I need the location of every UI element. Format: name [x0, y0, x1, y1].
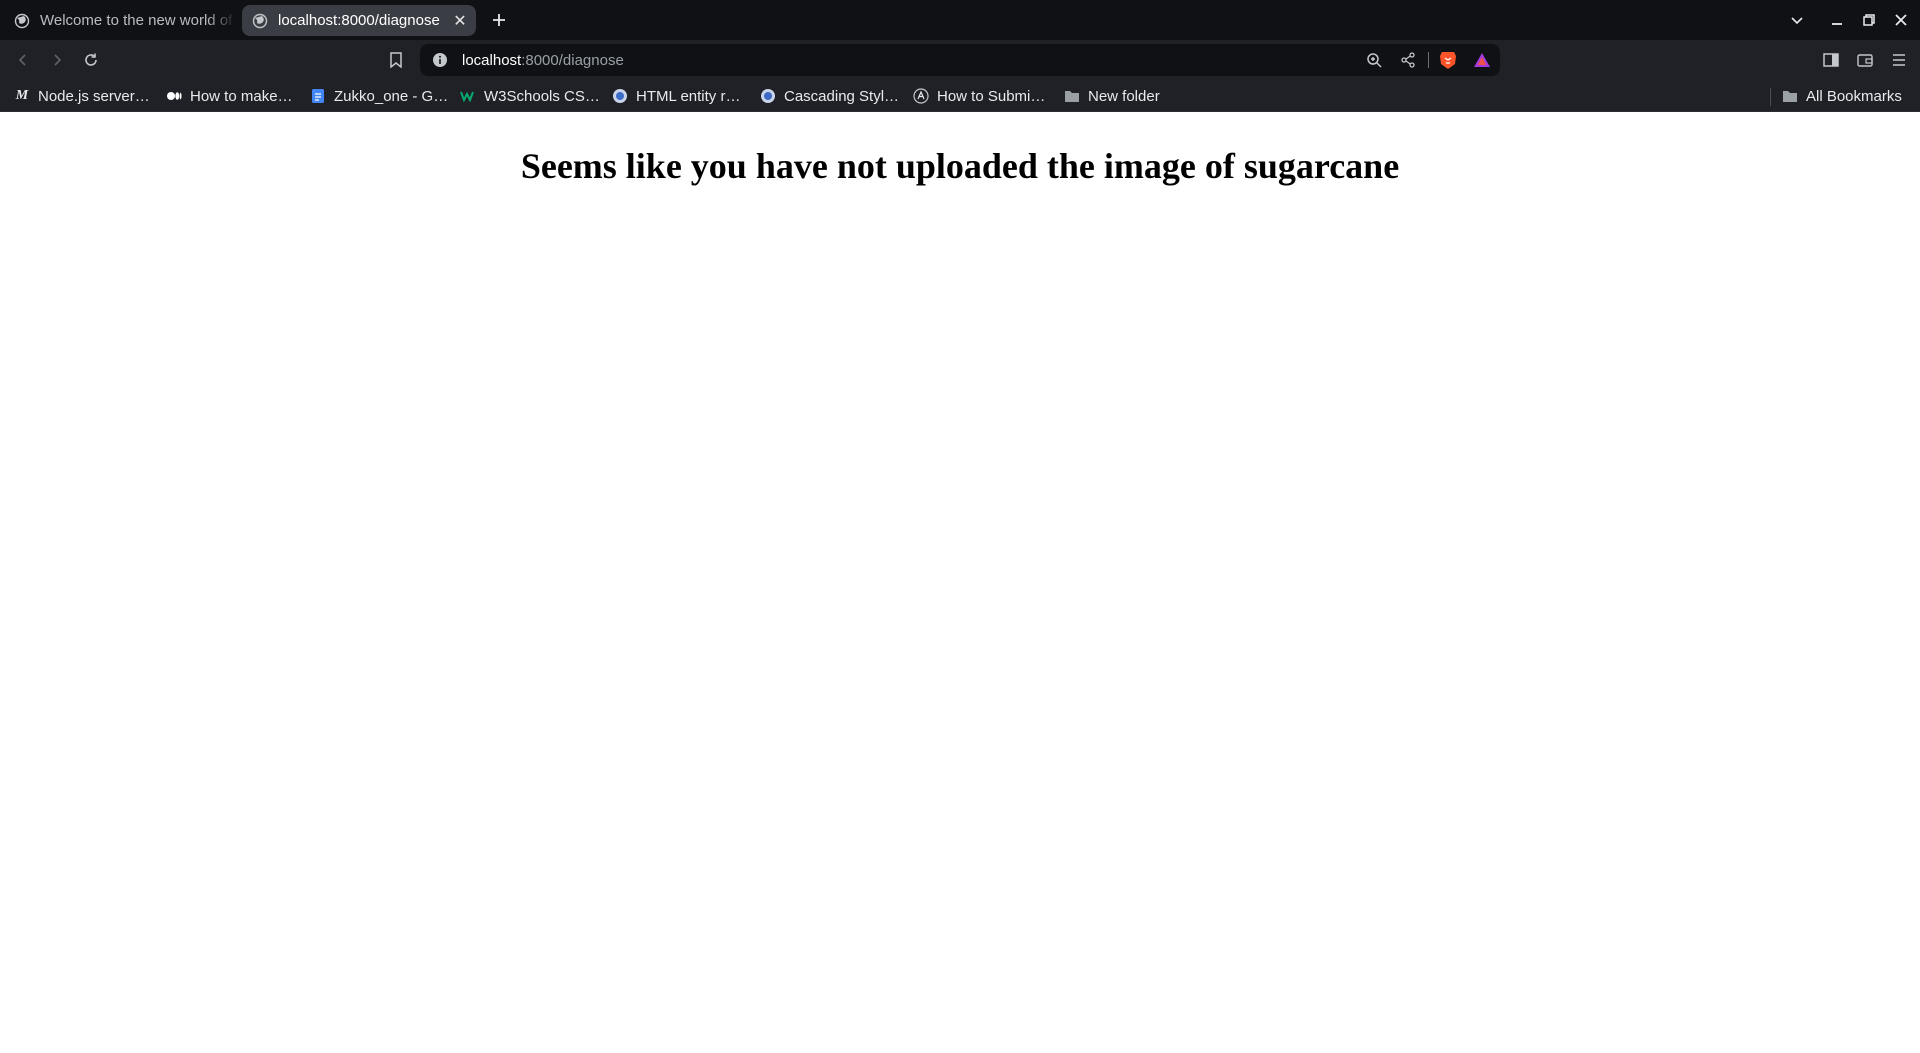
folder-icon	[1783, 91, 1797, 102]
bookmark-item[interactable]: W3Schools CS…	[460, 84, 600, 108]
wallet-button[interactable]	[1854, 49, 1876, 71]
hamburger-menu-icon	[1893, 54, 1905, 66]
bookmark-label: How to make…	[190, 87, 293, 105]
bookmark-item[interactable]: M Node.js server…	[14, 84, 150, 108]
main-menu-button[interactable]	[1888, 49, 1910, 71]
medium-icon: M	[15, 88, 29, 103]
folder-icon	[1065, 91, 1079, 102]
bookmark-item[interactable]: How to Submi…	[913, 84, 1045, 108]
bookmark-label: New folder	[1088, 87, 1160, 105]
all-bookmarks-folder[interactable]: All Bookmarks	[1782, 84, 1902, 108]
chevron-down-icon	[1791, 17, 1803, 25]
site-info-icon[interactable]	[432, 52, 448, 68]
bookmark-label: W3Schools CS…	[484, 87, 600, 105]
tab-strip: Welcome to the new world of localhost:80…	[0, 0, 1920, 40]
close-icon	[1895, 14, 1907, 26]
new-tab-button[interactable]	[488, 9, 510, 31]
restore-icon	[1863, 14, 1875, 26]
page-content: Seems like you have not uploaded the ima…	[0, 113, 1920, 1053]
plus-icon	[493, 14, 505, 26]
share-icon	[1401, 52, 1415, 68]
tab-welcome[interactable]: Welcome to the new world of	[6, 5, 236, 36]
tab-title: localhost:8000/diagnose	[278, 12, 440, 29]
tab-title: Welcome to the new world of	[40, 12, 233, 29]
omnibox-divider	[1428, 52, 1429, 68]
bookmark-label: Node.js server…	[38, 87, 150, 105]
url-host: localhost	[462, 51, 522, 69]
bookmark-item[interactable]: How to make…	[166, 84, 293, 108]
rewards-triangle-icon	[1474, 53, 1490, 67]
all-bookmarks-label: All Bookmarks	[1806, 87, 1902, 105]
brave-shields-button[interactable]	[1437, 49, 1459, 71]
arrow-left-icon	[18, 54, 26, 66]
bookmark-label: Cascading Styl…	[784, 87, 900, 105]
bookmarks-divider	[1770, 88, 1771, 106]
tab-diagnose[interactable]: localhost:8000/diagnose ✕	[242, 5, 476, 36]
bookmarks-bar: M Node.js server… How to make… Zukko_one…	[0, 80, 1920, 112]
restore-button[interactable]	[1858, 9, 1880, 31]
close-window-button[interactable]	[1890, 9, 1912, 31]
browser-toolbar: localhost:8000/diagnose	[0, 40, 1920, 80]
medium-dots-icon	[167, 92, 182, 100]
forward-button[interactable]	[46, 49, 68, 71]
wallet-icon	[1857, 54, 1873, 67]
bookmark-item[interactable]: Zukko_one - G…	[310, 84, 448, 108]
minimize-icon	[1832, 23, 1842, 25]
zoom-button[interactable]	[1363, 49, 1385, 71]
arrow-right-icon	[54, 54, 62, 66]
bookmark-item[interactable]: Cascading Styl…	[760, 84, 899, 108]
globe-icon	[14, 13, 30, 28]
brave-lion-icon	[1440, 52, 1456, 69]
close-tab-icon[interactable]: ✕	[450, 11, 470, 31]
bookmark-folder[interactable]: New folder	[1064, 84, 1160, 108]
back-button[interactable]	[12, 49, 34, 71]
angular-icon	[913, 88, 929, 104]
bookmark-label: How to Submi…	[937, 87, 1046, 105]
site-icon	[613, 89, 627, 103]
tab-search-button[interactable]	[1786, 9, 1808, 31]
share-button[interactable]	[1397, 49, 1419, 71]
brave-rewards-button[interactable]	[1471, 49, 1493, 71]
bookmark-icon	[390, 52, 402, 68]
sidebar-icon	[1823, 53, 1839, 67]
sidebar-button[interactable]	[1820, 49, 1842, 71]
w3schools-icon	[460, 91, 474, 103]
globe-icon	[252, 13, 268, 28]
bookmark-item[interactable]: HTML entity r…	[612, 84, 740, 108]
address-bar[interactable]: localhost:8000/diagnose	[420, 44, 1500, 76]
bookmark-label: Zukko_one - G…	[334, 87, 449, 105]
google-docs-icon	[312, 89, 324, 103]
site-icon	[761, 89, 775, 103]
minimize-button[interactable]	[1826, 9, 1848, 31]
reload-button[interactable]	[80, 49, 102, 71]
url-text[interactable]: localhost:8000/diagnose	[462, 52, 624, 69]
bookmark-page-button[interactable]	[385, 49, 407, 71]
zoom-icon	[1367, 53, 1382, 68]
bookmark-label: HTML entity r…	[636, 87, 741, 105]
reload-icon	[85, 53, 97, 66]
url-path: :8000/diagnose	[521, 51, 624, 69]
page-heading: Seems like you have not uploaded the ima…	[520, 146, 1400, 186]
